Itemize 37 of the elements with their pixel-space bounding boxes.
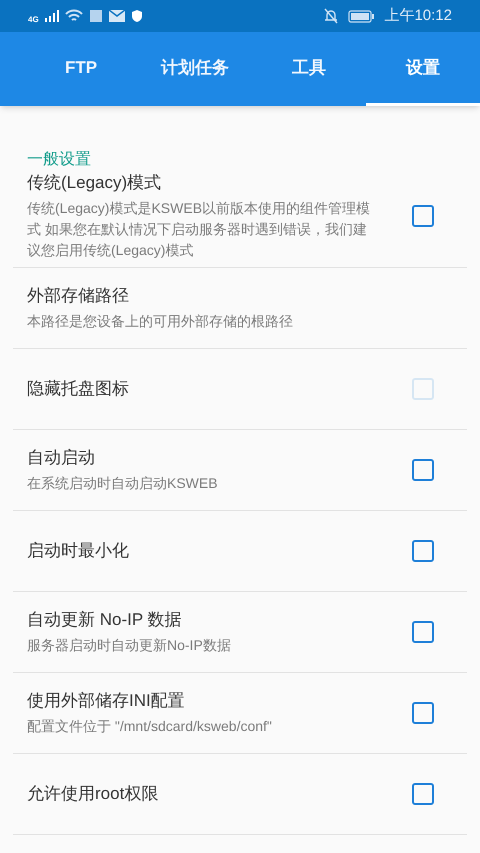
setting-row[interactable]: 自动启动 在系统启动时自动启动KSWEB [13, 430, 467, 511]
image-icon [88, 9, 103, 23]
setting-title: 自动更新 No-IP 数据 [27, 609, 183, 631]
signal-icon [44, 10, 59, 22]
battery-icon [348, 10, 374, 22]
setting-title: 传统(Legacy)模式 [27, 172, 162, 194]
setting-title: 隐藏托盘图标 [27, 378, 130, 400]
clock: 上午10:12 [384, 6, 452, 26]
setting-title: 启动时最小化 [27, 540, 130, 562]
bell-off-icon [324, 8, 338, 24]
setting-row[interactable]: 启动时最小化 [13, 511, 467, 592]
network-type: 4G [28, 16, 39, 24]
wifi-icon [64, 9, 83, 23]
setting-title: 外部存储路径 [27, 285, 130, 307]
setting-summary: 配置文件位于 "/mnt/sdcard/ksweb/conf" [27, 717, 273, 736]
checkbox[interactable] [412, 459, 434, 481]
checkbox[interactable] [412, 540, 434, 562]
mail-icon [108, 10, 125, 22]
setting-title: 允许使用root权限 [27, 783, 160, 805]
setting-summary: 在系统启动时自动启动KSWEB [27, 474, 219, 493]
setting-summary: 本路径是您设备上的可用外部存储的根路径 [27, 312, 294, 331]
setting-row[interactable]: 自动更新 No-IP 数据 服务器启动时自动更新No-IP数据 [13, 592, 467, 673]
setting-row[interactable]: 传统(Legacy)模式 传统(Legacy)模式是KSWEB以前版本使用的组件管理模式 如果您在默认情况下启动服务器时遇到错误，我们建议您启用传统(Legacy)模式 [13, 170, 467, 268]
checkbox[interactable] [412, 702, 434, 724]
checkbox[interactable] [412, 204, 434, 226]
setting-row[interactable]: 使用外部储存INI配置 配置文件位于 "/mnt/sdcard/ksweb/conf" [13, 673, 467, 754]
setting-title: 使用外部储存INI配置 [27, 690, 186, 712]
shield-icon [130, 9, 143, 23]
checkbox[interactable] [412, 621, 434, 643]
setting-row[interactable]: 允许使用root权限 [13, 754, 467, 835]
checkbox[interactable] [412, 783, 434, 805]
tab[interactable]: 设置 [366, 32, 480, 106]
setting-summary: 传统(Legacy)模式是KSWEB以前版本使用的组件管理模式 如果您在默认情况下启动服务器时遇到错误，我们建议您启用传统(Legacy)模式 [27, 198, 372, 260]
setting-title: 自动启动 [27, 447, 96, 469]
setting-row[interactable]: 外部存储路径 本路径是您设备上的可用外部存储的根路径 [13, 268, 467, 349]
section-header: 一般设置 [26, 150, 92, 170]
setting-summary: 服务器启动时自动更新No-IP数据 [27, 636, 232, 655]
